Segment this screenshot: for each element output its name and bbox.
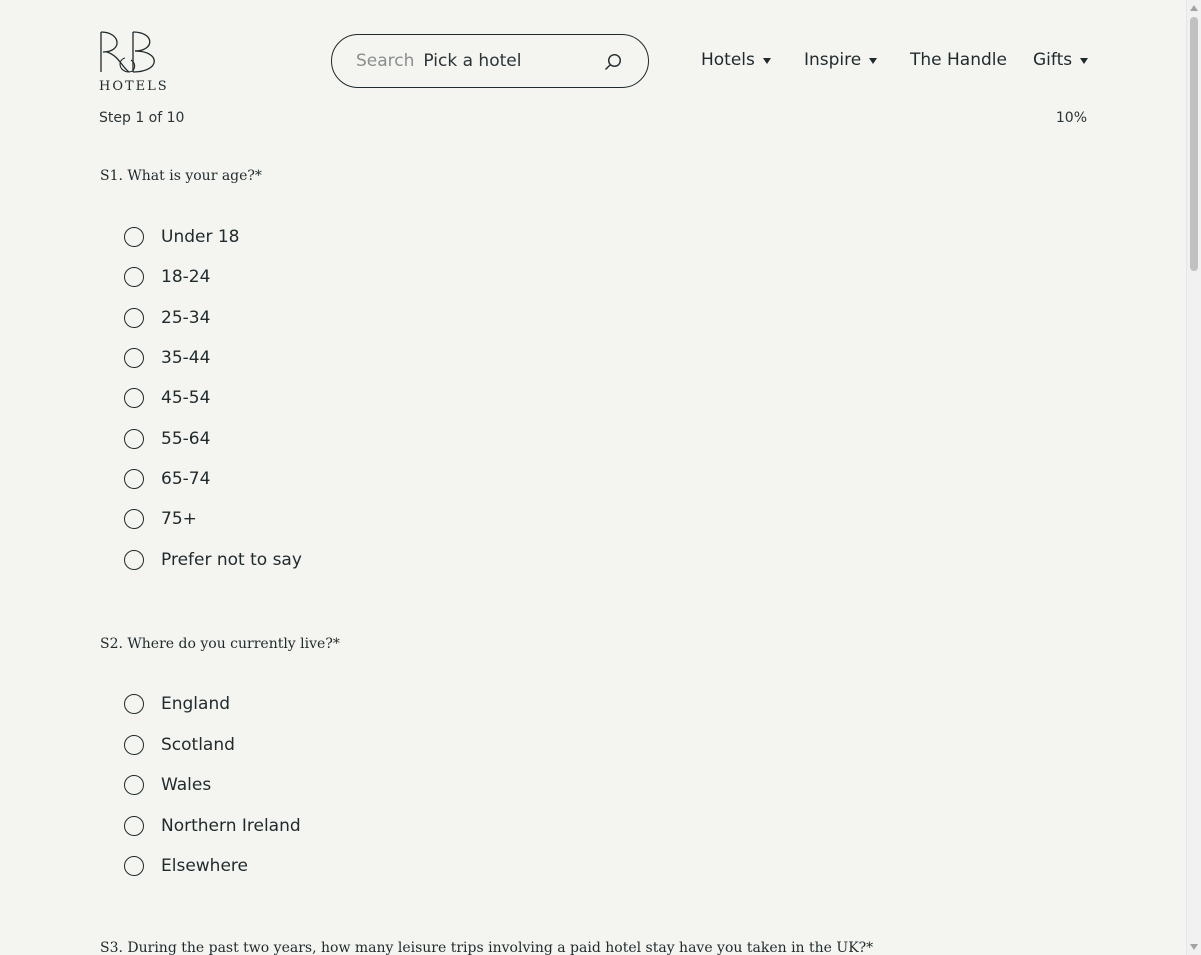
rb-logo-mark	[100, 31, 155, 73]
logo-text: HOTELS	[99, 79, 169, 94]
radio-option[interactable]: 75+	[124, 506, 197, 532]
option-label: England	[161, 694, 231, 714]
search-value[interactable]: Pick a hotel	[423, 51, 521, 71]
survey-progress: Step 1 of 10 10%	[99, 110, 1087, 130]
radio-button[interactable]	[124, 775, 144, 795]
radio-button[interactable]	[124, 469, 144, 489]
nav-item-the-handle[interactable]: The Handle	[910, 50, 1007, 70]
option-label: 25-34	[161, 308, 211, 328]
option-label: Prefer not to say	[161, 550, 302, 570]
radio-option[interactable]: 35-44	[124, 345, 210, 371]
radio-button[interactable]	[124, 509, 144, 529]
radio-button[interactable]	[124, 388, 144, 408]
radio-option[interactable]: 65-74	[124, 466, 210, 492]
radio-button[interactable]	[124, 227, 144, 247]
option-label: Elsewhere	[161, 856, 248, 876]
radio-option[interactable]: Wales	[124, 772, 211, 798]
option-label: 45-54	[161, 388, 211, 408]
option-label: Northern Ireland	[161, 816, 301, 836]
progress-percent: 10%	[1055, 110, 1087, 126]
nav-label: Gifts	[1033, 50, 1073, 70]
radio-button[interactable]	[124, 816, 144, 836]
radio-button[interactable]	[124, 694, 144, 714]
radio-option[interactable]: Elsewhere	[124, 853, 248, 879]
radio-option[interactable]: 18-24	[124, 264, 210, 290]
radio-option[interactable]: England	[124, 691, 230, 717]
page-scrollbar[interactable]	[1186, 0, 1201, 955]
question-s2-title: S2. Where do you currently live?*	[100, 636, 340, 652]
nav-label: Hotels	[701, 50, 755, 70]
radio-option[interactable]: 55-64	[124, 426, 210, 452]
option-label: 18-24	[161, 267, 211, 287]
scroll-down-arrow-icon[interactable]	[1190, 944, 1198, 950]
caret-down-icon	[762, 57, 771, 64]
option-label: 35-44	[161, 348, 211, 368]
radio-option[interactable]: Prefer not to say	[124, 547, 302, 573]
radio-option[interactable]: Northern Ireland	[124, 813, 301, 839]
rb-hotels-logo[interactable]: HOTELS	[99, 30, 169, 94]
option-label: Scotland	[161, 735, 235, 755]
question-s1-title: S1. What is your age?*	[100, 168, 262, 184]
option-label: Wales	[161, 775, 212, 795]
hotel-search-field[interactable]: Search Pick a hotel	[331, 34, 649, 88]
survey-page: HOTELS Search Pick a hotel Hotels Inspir…	[0, 0, 1201, 955]
scroll-up-arrow-icon[interactable]	[1190, 5, 1198, 11]
radio-button[interactable]	[124, 429, 144, 449]
nav-item-gifts[interactable]: Gifts	[1033, 50, 1089, 70]
radio-button[interactable]	[124, 550, 144, 570]
question-s3-title: S3. During the past two years, how many …	[100, 940, 874, 955]
radio-option[interactable]: Under 18	[124, 224, 240, 250]
caret-down-icon	[869, 57, 878, 64]
radio-button[interactable]	[124, 856, 144, 876]
nav-label: The Handle	[910, 50, 1007, 70]
search-label: Search	[356, 51, 415, 71]
nav-item-inspire[interactable]: Inspire	[804, 50, 878, 70]
caret-down-icon	[1080, 57, 1089, 64]
option-label: Under 18	[161, 227, 240, 247]
radio-button[interactable]	[124, 735, 144, 755]
nav-item-hotels[interactable]: Hotels	[701, 50, 771, 70]
nav-label: Inspire	[804, 50, 862, 70]
radio-button[interactable]	[124, 267, 144, 287]
radio-option[interactable]: 45-54	[124, 385, 210, 411]
option-label: 65-74	[161, 469, 211, 489]
radio-button[interactable]	[124, 308, 144, 328]
option-label: 55-64	[161, 429, 211, 449]
scrollbar-thumb[interactable]	[1190, 17, 1198, 271]
search-icon[interactable]	[604, 53, 622, 71]
option-label: 75+	[161, 509, 197, 529]
radio-option[interactable]: Scotland	[124, 732, 235, 758]
radio-option[interactable]: 25-34	[124, 305, 210, 331]
radio-button[interactable]	[124, 348, 144, 368]
step-indicator: Step 1 of 10	[99, 110, 185, 126]
